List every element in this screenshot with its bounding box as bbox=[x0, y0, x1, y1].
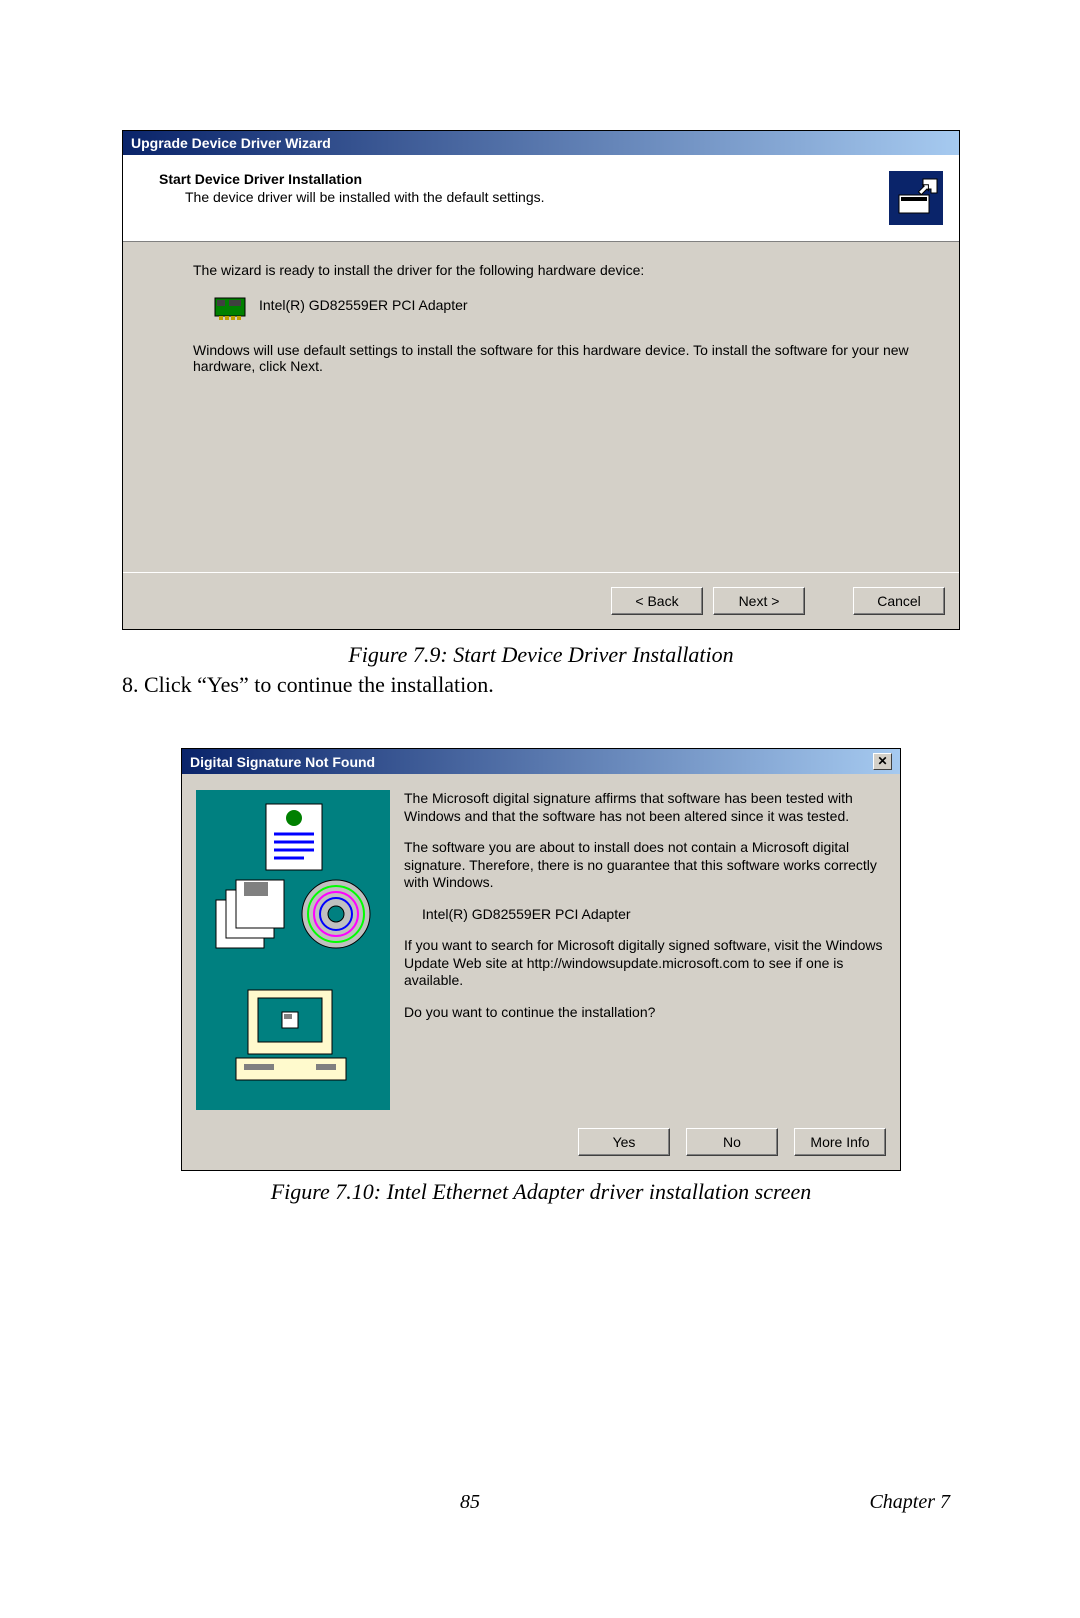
device-row: Intel(R) GD82559ER PCI Adapter bbox=[213, 288, 909, 322]
next-button[interactable]: Next > bbox=[713, 587, 805, 615]
dialog-titlebar: Upgrade Device Driver Wizard bbox=[123, 131, 959, 155]
device-name: Intel(R) GD82559ER PCI Adapter bbox=[259, 297, 468, 313]
no-button[interactable]: No bbox=[686, 1128, 778, 1156]
wizard-header-title: Start Device Driver Installation bbox=[159, 171, 869, 187]
dialog2-titlebar: Digital Signature Not Found ✕ bbox=[182, 749, 900, 774]
wizard-header-subtitle: The device driver will be installed with… bbox=[159, 189, 869, 205]
signature-para-4: Do you want to continue the installation… bbox=[404, 1004, 886, 1022]
chapter-label: Chapter 7 bbox=[869, 1491, 950, 1514]
digital-signature-dialog: Digital Signature Not Found ✕ bbox=[181, 748, 901, 1171]
page-footer: 85 Chapter 7 bbox=[0, 1491, 1080, 1514]
upgrade-driver-wizard-dialog: Upgrade Device Driver Wizard Start Devic… bbox=[122, 130, 960, 630]
wizard-install-icon bbox=[889, 171, 943, 225]
wizard-header: Start Device Driver Installation The dev… bbox=[123, 155, 959, 242]
signature-device-name: Intel(R) GD82559ER PCI Adapter bbox=[404, 906, 886, 924]
back-button[interactable]: < Back bbox=[611, 587, 703, 615]
dialog2-button-bar: Yes No More Info bbox=[182, 1120, 900, 1170]
network-adapter-icon bbox=[213, 288, 247, 322]
step-8-text: 8. Click “Yes” to continue the installat… bbox=[122, 672, 960, 698]
signature-para-3: If you want to search for Microsoft digi… bbox=[404, 937, 886, 990]
signature-para-2: The software you are about to install do… bbox=[404, 839, 886, 892]
figure-caption-1: Figure 7.9: Start Device Driver Installa… bbox=[122, 642, 960, 668]
yes-button[interactable]: Yes bbox=[578, 1128, 670, 1156]
wizard-instruction-text: Windows will use default settings to ins… bbox=[193, 342, 909, 374]
wizard-button-bar: < Back Next > Cancel bbox=[123, 572, 959, 629]
more-info-button[interactable]: More Info bbox=[794, 1128, 886, 1156]
close-icon[interactable]: ✕ bbox=[873, 753, 892, 770]
figure-caption-2: Figure 7.10: Intel Ethernet Adapter driv… bbox=[122, 1179, 960, 1205]
cancel-button[interactable]: Cancel bbox=[853, 587, 945, 615]
signature-illustration bbox=[196, 790, 390, 1110]
signature-para-1: The Microsoft digital signature affirms … bbox=[404, 790, 886, 825]
page-number: 85 bbox=[460, 1491, 480, 1514]
wizard-ready-text: The wizard is ready to install the drive… bbox=[193, 262, 909, 278]
dialog-title: Upgrade Device Driver Wizard bbox=[131, 135, 331, 151]
dialog2-title: Digital Signature Not Found bbox=[190, 754, 375, 770]
